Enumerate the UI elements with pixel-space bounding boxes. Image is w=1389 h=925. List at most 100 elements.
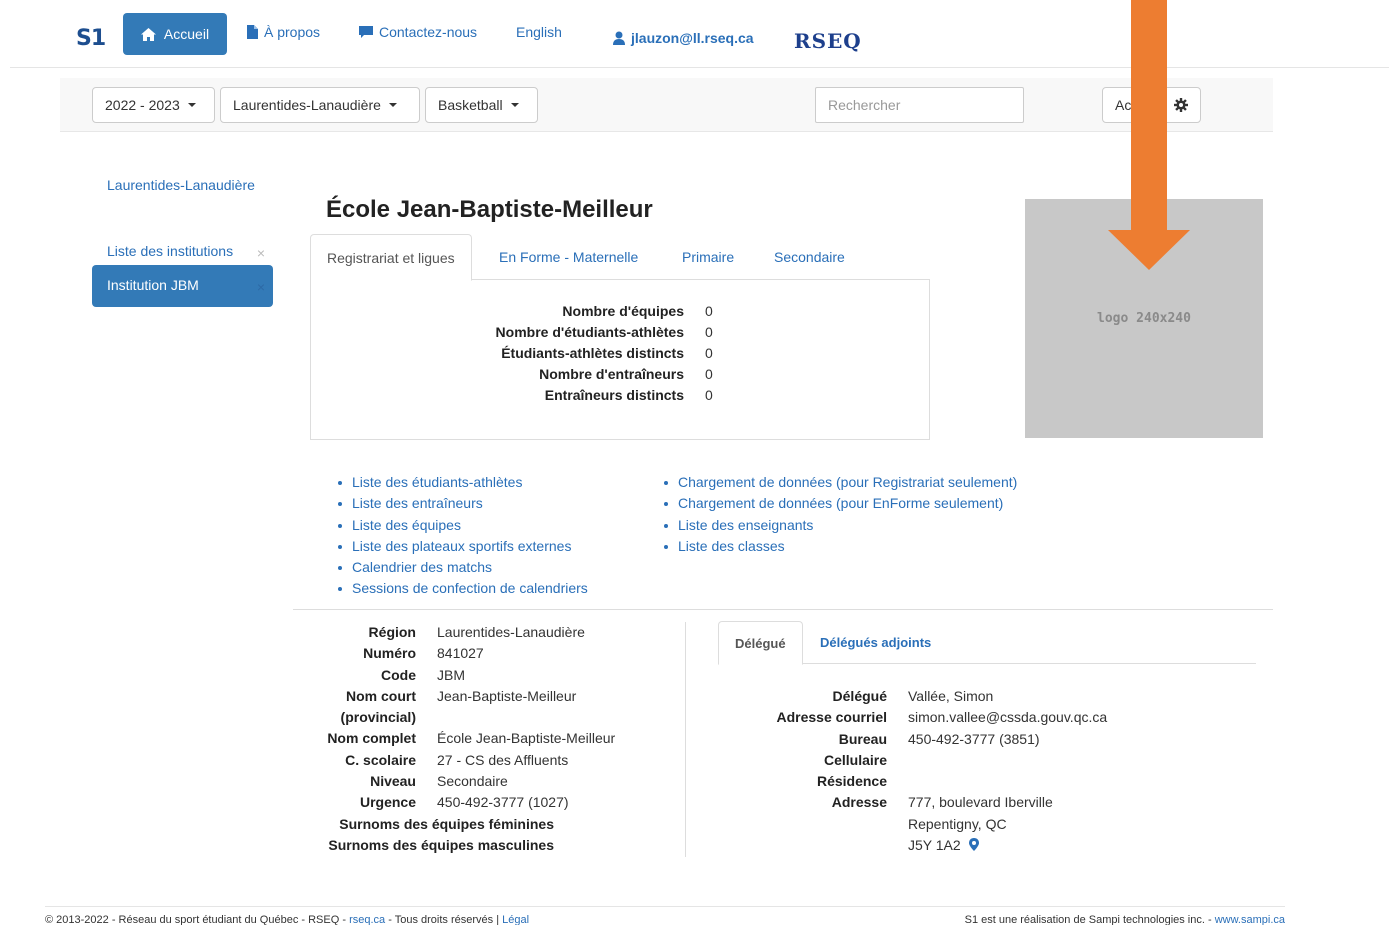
tab-delegate[interactable]: Délégué	[718, 621, 803, 665]
delegate-value: J5Y 1A2	[908, 835, 979, 856]
brand-logo[interactable]: S1	[76, 26, 106, 51]
stat-value: 0	[705, 303, 713, 319]
sidebar-item-label: Liste des institutions	[107, 243, 234, 259]
delegate-row: Délégué Vallée, Simon	[700, 686, 1107, 707]
delegate-value: 777, boulevard Iberville	[908, 794, 1053, 811]
detail-label: Nom court	[346, 687, 416, 704]
footer-text: S1 est une réalisation de Sampi technolo…	[964, 914, 1215, 925]
sidebar-item-institution-jbm[interactable]: Institution JBM ×	[92, 265, 273, 307]
column-divider	[685, 622, 686, 857]
caret-down-icon	[510, 103, 519, 107]
contact-link[interactable]: Contactez-nous	[359, 24, 477, 40]
detail-row: Nom complet École Jean-Baptiste-Meilleur	[300, 728, 615, 749]
delegate-label: Adresse courriel	[776, 709, 888, 726]
stat-value: 0	[705, 387, 713, 403]
home-label: Accueil	[163, 26, 210, 42]
logo-placeholder-text: logo 240x240	[1097, 311, 1191, 326]
tab-en-forme[interactable]: En Forme - Maternelle	[483, 234, 654, 280]
link-calendar-sessions[interactable]: Sessions de confection de calendriers	[336, 578, 588, 599]
map-marker-icon[interactable]	[968, 838, 979, 852]
region-value: Laurentides-Lanaudière	[233, 97, 381, 113]
sidebar-item-region[interactable]: Laurentides-Lanaudière	[92, 165, 273, 206]
filter-bar: 2022 - 2023 Laurentides-Lanaudière Baske…	[60, 78, 1273, 132]
delegate-label	[700, 835, 887, 856]
link-teachers[interactable]: Liste des enseignants	[662, 515, 1017, 536]
user-email: jlauzon@ll.rseq.ca	[631, 30, 754, 46]
delegate-row: J5Y 1A2	[700, 835, 1107, 856]
link-data-load-enforme[interactable]: Chargement de données (pour EnForme seul…	[662, 493, 1017, 514]
detail-label: Nom complet	[327, 730, 416, 747]
detail-value: 27 - CS des Affluents	[437, 751, 569, 768]
rseq-link[interactable]: rseq.ca	[349, 914, 385, 925]
contact-label: Contactez-nous	[379, 24, 478, 40]
footer-copyright: © 2013-2022 - Réseau du sport étudiant d…	[45, 914, 529, 925]
language-link[interactable]: English	[516, 24, 562, 40]
delegate-email[interactable]: simon.vallee@cssda.gouv.qc.ca	[908, 707, 1107, 728]
gear-icon	[1174, 98, 1188, 112]
close-icon[interactable]: ×	[257, 277, 265, 298]
tab-secondaire[interactable]: Secondaire	[758, 234, 861, 280]
link-data-load-registrariat[interactable]: Chargement de données (pour Registrariat…	[662, 472, 1017, 493]
detail-row: (provincial)	[300, 707, 615, 728]
delegate-value: Vallée, Simon	[908, 688, 994, 704]
legal-link[interactable]: Légal	[502, 914, 529, 925]
detail-row: Nom court Jean-Baptiste-Meilleur	[300, 686, 615, 707]
link-teams[interactable]: Liste des équipes	[336, 515, 588, 536]
tab-primaire[interactable]: Primaire	[666, 234, 750, 280]
detail-label: Code	[381, 666, 416, 683]
detail-row: Code JBM	[300, 665, 615, 686]
sport-dropdown[interactable]: Basketball	[425, 87, 538, 123]
delegate-row: Adresse courriel simon.vallee@cssda.gouv.…	[700, 707, 1108, 728]
delegate-row: Cellulaire	[700, 750, 1107, 771]
detail-value: JBM	[437, 666, 465, 683]
link-external-venues[interactable]: Liste des plateaux sportifs externes	[336, 536, 588, 557]
stat-row: Nombre d'entraîneurs 0	[481, 364, 713, 385]
stat-row: Entraîneurs distincts 0	[481, 385, 713, 406]
institution-details: Région Laurentides-Lanaudière Numéro 84102…	[300, 622, 615, 856]
sidebar-item-label: Laurentides-Lanaudière	[107, 177, 255, 193]
detail-label: Urgence	[359, 794, 416, 811]
about-link[interactable]: À propos	[247, 24, 320, 40]
tab-deputy-delegates[interactable]: Délégués adjoints	[804, 621, 947, 664]
detail-value: Jean-Baptiste-Meilleur	[437, 687, 577, 704]
link-student-athletes[interactable]: Liste des étudiants-athlètes	[336, 472, 588, 493]
detail-row: Surnoms des équipes féminines	[300, 814, 615, 835]
delegate-label: Cellulaire	[823, 751, 887, 768]
link-classes[interactable]: Liste des classes	[662, 536, 1017, 557]
rseq-logo[interactable]: RSEQ	[794, 29, 862, 53]
stat-row: Étudiants-athlètes distincts 0	[481, 343, 713, 364]
about-label: À propos	[264, 24, 321, 40]
delegate-label: Adresse	[831, 794, 887, 811]
sport-value: Basketball	[438, 97, 503, 113]
region-dropdown[interactable]: Laurentides-Lanaudière	[220, 87, 420, 123]
home-icon	[140, 27, 156, 41]
delegate-row: Repentigny, QC	[700, 814, 1107, 835]
home-button[interactable]: Accueil	[123, 13, 227, 55]
document-icon	[247, 25, 258, 39]
detail-row: Région Laurentides-Lanaudière	[300, 622, 615, 643]
footer: © 2013-2022 - Réseau du sport étudiant d…	[45, 906, 1285, 925]
tab-registrariat[interactable]: Registrariat et ligues	[310, 234, 472, 281]
user-icon	[613, 31, 625, 45]
link-match-calendar[interactable]: Calendrier des matchs	[336, 557, 588, 578]
detail-label: Région	[368, 624, 416, 640]
footer-text: - Tous droits réservés |	[385, 914, 503, 925]
sampi-link[interactable]: www.sampi.ca	[1215, 914, 1285, 925]
stat-value: 0	[705, 345, 713, 361]
stat-value: 0	[705, 366, 713, 382]
annotation-arrow-shaft	[1131, 0, 1167, 230]
close-icon[interactable]: ×	[257, 243, 265, 264]
detail-row: Numéro 841027	[300, 643, 615, 664]
detail-row: Niveau Secondaire	[300, 771, 615, 792]
caret-down-icon	[388, 103, 397, 107]
season-dropdown[interactable]: 2022 - 2023	[92, 87, 215, 123]
season-value: 2022 - 2023	[105, 97, 180, 113]
nicknames-female-label: Surnoms des équipes féminines	[339, 815, 554, 832]
user-account-link[interactable]: jlauzon@ll.rseq.ca	[613, 30, 754, 46]
delegate-tabs: Délégué Délégués adjoints	[718, 621, 1256, 665]
detail-value: Secondaire	[437, 773, 508, 790]
link-coaches[interactable]: Liste des entraîneurs	[336, 493, 588, 514]
delegate-value: 450-492-3777 (3851)	[908, 730, 1040, 747]
search-input[interactable]	[815, 87, 1024, 123]
stat-label: Étudiants-athlètes distincts	[501, 345, 684, 361]
